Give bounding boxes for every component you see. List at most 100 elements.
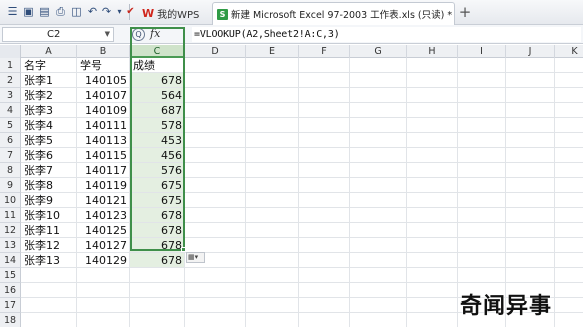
cell-b17[interactable] bbox=[77, 298, 130, 313]
cell-e13[interactable] bbox=[246, 238, 299, 253]
cell-a9[interactable]: 张李8 bbox=[21, 178, 77, 193]
row-header[interactable]: 9 bbox=[0, 178, 21, 193]
cell-i9[interactable] bbox=[458, 178, 506, 193]
cell-g4[interactable] bbox=[350, 103, 407, 118]
cell-h18[interactable] bbox=[407, 313, 458, 327]
cell-k12[interactable] bbox=[555, 223, 583, 238]
cell-c13[interactable]: 678 bbox=[130, 238, 185, 253]
cell-k11[interactable] bbox=[555, 208, 583, 223]
cell-f10[interactable] bbox=[299, 193, 350, 208]
cell-k2[interactable] bbox=[555, 73, 583, 88]
cell-c18[interactable] bbox=[130, 313, 185, 327]
cell-d18[interactable] bbox=[185, 313, 246, 327]
cell-j14[interactable] bbox=[506, 253, 555, 268]
cell-k14[interactable] bbox=[555, 253, 583, 268]
cell-d9[interactable] bbox=[185, 178, 246, 193]
select-all-corner[interactable] bbox=[0, 45, 21, 58]
cell-c2[interactable]: 678 bbox=[130, 73, 185, 88]
cell-d1[interactable] bbox=[185, 58, 246, 73]
cell-j15[interactable] bbox=[506, 268, 555, 283]
print-preview-icon[interactable]: ◫ bbox=[70, 5, 83, 18]
cell-k6[interactable] bbox=[555, 133, 583, 148]
cell-k4[interactable] bbox=[555, 103, 583, 118]
cell-e12[interactable] bbox=[246, 223, 299, 238]
cell-b2[interactable]: 140105 bbox=[77, 73, 130, 88]
cell-h14[interactable] bbox=[407, 253, 458, 268]
cell-e6[interactable] bbox=[246, 133, 299, 148]
cell-d7[interactable] bbox=[185, 148, 246, 163]
cell-c7[interactable]: 456 bbox=[130, 148, 185, 163]
cell-e9[interactable] bbox=[246, 178, 299, 193]
cell-d5[interactable] bbox=[185, 118, 246, 133]
cell-i5[interactable] bbox=[458, 118, 506, 133]
cell-k1[interactable] bbox=[555, 58, 583, 73]
menu-icon[interactable]: ☰ bbox=[6, 5, 19, 18]
cell-i12[interactable] bbox=[458, 223, 506, 238]
column-header-a[interactable]: A bbox=[21, 45, 77, 58]
cell-d8[interactable] bbox=[185, 163, 246, 178]
column-header-g[interactable]: G bbox=[350, 45, 407, 58]
cell-j11[interactable] bbox=[506, 208, 555, 223]
column-header-j[interactable]: J bbox=[506, 45, 555, 58]
name-box[interactable]: C2 ▼ bbox=[2, 27, 114, 42]
cell-b16[interactable] bbox=[77, 283, 130, 298]
cell-i2[interactable] bbox=[458, 73, 506, 88]
cell-e8[interactable] bbox=[246, 163, 299, 178]
row-header[interactable]: 17 bbox=[0, 298, 21, 313]
cell-e18[interactable] bbox=[246, 313, 299, 327]
cell-g9[interactable] bbox=[350, 178, 407, 193]
cell-e14[interactable] bbox=[246, 253, 299, 268]
cell-d11[interactable] bbox=[185, 208, 246, 223]
cell-h15[interactable] bbox=[407, 268, 458, 283]
cell-b15[interactable] bbox=[77, 268, 130, 283]
row-header[interactable]: 3 bbox=[0, 88, 21, 103]
cell-f9[interactable] bbox=[299, 178, 350, 193]
cell-f12[interactable] bbox=[299, 223, 350, 238]
cell-a8[interactable]: 张李7 bbox=[21, 163, 77, 178]
cell-e4[interactable] bbox=[246, 103, 299, 118]
undo-icon[interactable]: ↶ bbox=[86, 5, 99, 18]
zoom-icon[interactable]: Q bbox=[132, 28, 145, 41]
cell-h7[interactable] bbox=[407, 148, 458, 163]
cell-b5[interactable]: 140111 bbox=[77, 118, 130, 133]
cell-b13[interactable]: 140127 bbox=[77, 238, 130, 253]
cell-g14[interactable] bbox=[350, 253, 407, 268]
column-header-h[interactable]: H bbox=[407, 45, 458, 58]
cell-e17[interactable] bbox=[246, 298, 299, 313]
save-icon[interactable]: ▣ bbox=[22, 5, 35, 18]
column-header-e[interactable]: E bbox=[246, 45, 299, 58]
cell-h6[interactable] bbox=[407, 133, 458, 148]
column-header-f[interactable]: F bbox=[299, 45, 350, 58]
cell-a6[interactable]: 张李5 bbox=[21, 133, 77, 148]
cell-e7[interactable] bbox=[246, 148, 299, 163]
cell-f3[interactable] bbox=[299, 88, 350, 103]
row-header[interactable]: 16 bbox=[0, 283, 21, 298]
row-header[interactable]: 2 bbox=[0, 73, 21, 88]
cell-i14[interactable] bbox=[458, 253, 506, 268]
cell-e16[interactable] bbox=[246, 283, 299, 298]
cell-b4[interactable]: 140109 bbox=[77, 103, 130, 118]
cell-b8[interactable]: 140117 bbox=[77, 163, 130, 178]
row-header[interactable]: 15 bbox=[0, 268, 21, 283]
row-header[interactable]: 14 bbox=[0, 253, 21, 268]
cell-d16[interactable] bbox=[185, 283, 246, 298]
cell-a17[interactable] bbox=[21, 298, 77, 313]
cell-g7[interactable] bbox=[350, 148, 407, 163]
cell-h17[interactable] bbox=[407, 298, 458, 313]
cell-g11[interactable] bbox=[350, 208, 407, 223]
cell-h4[interactable] bbox=[407, 103, 458, 118]
cell-a11[interactable]: 张李10 bbox=[21, 208, 77, 223]
cell-k13[interactable] bbox=[555, 238, 583, 253]
cell-e15[interactable] bbox=[246, 268, 299, 283]
cell-f6[interactable] bbox=[299, 133, 350, 148]
cell-k15[interactable] bbox=[555, 268, 583, 283]
cell-j2[interactable] bbox=[506, 73, 555, 88]
row-header[interactable]: 18 bbox=[0, 313, 21, 327]
cell-j8[interactable] bbox=[506, 163, 555, 178]
cell-g18[interactable] bbox=[350, 313, 407, 327]
cell-h11[interactable] bbox=[407, 208, 458, 223]
row-header[interactable]: 1 bbox=[0, 58, 21, 73]
cell-g3[interactable] bbox=[350, 88, 407, 103]
cell-i11[interactable] bbox=[458, 208, 506, 223]
cell-k18[interactable] bbox=[555, 313, 583, 327]
